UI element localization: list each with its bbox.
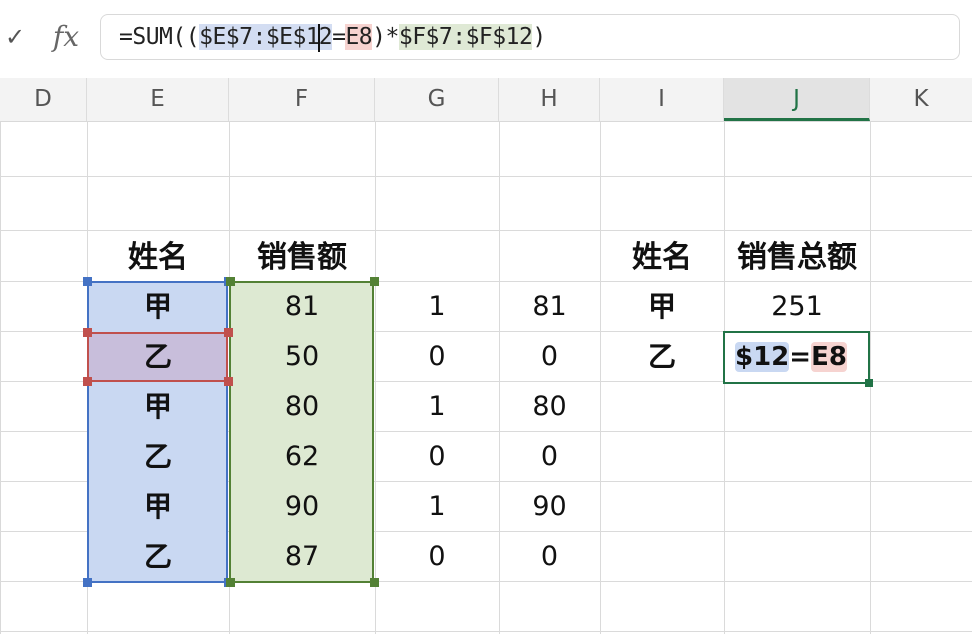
sales-cell[interactable]: 50 bbox=[229, 332, 375, 382]
column-header-g[interactable]: G bbox=[375, 78, 499, 121]
product-cell[interactable]: 80 bbox=[499, 382, 600, 432]
product-cell[interactable]: 81 bbox=[499, 282, 600, 332]
formula-prefix: =SUM(( bbox=[119, 24, 200, 50]
sales-cell[interactable]: 87 bbox=[229, 532, 375, 582]
formula-ref-e8: E8 bbox=[345, 24, 373, 50]
name-cell[interactable]: 甲 bbox=[87, 482, 229, 532]
edit-ref-a: $12 bbox=[735, 342, 790, 372]
formula-equals: = bbox=[332, 24, 346, 50]
sales-cell[interactable]: 90 bbox=[229, 482, 375, 532]
name-cell[interactable]: 甲 bbox=[87, 382, 229, 432]
column-header-bar: D E F G H I J K bbox=[0, 78, 972, 122]
formula-input[interactable]: =SUM(($E$7:$E$12=E8)*$F$7:$F$12) bbox=[100, 14, 960, 60]
summary-header-name-cell[interactable]: 姓名 bbox=[600, 233, 724, 283]
formula-ref-e-range: $E$7:$E$12 bbox=[199, 23, 333, 52]
summary-name-cell[interactable]: 乙 bbox=[600, 332, 724, 382]
edit-equals: = bbox=[789, 342, 812, 372]
name-cell[interactable]: 乙 bbox=[87, 332, 229, 382]
column-header-h[interactable]: H bbox=[499, 78, 600, 121]
column-header-d[interactable]: D bbox=[0, 78, 87, 121]
gridline bbox=[0, 176, 972, 177]
summary-header-total-cell[interactable]: 销售总额 bbox=[724, 233, 870, 283]
gridline bbox=[0, 631, 972, 632]
name-cell[interactable]: 甲 bbox=[87, 282, 229, 332]
sales-cell[interactable]: 81 bbox=[229, 282, 375, 332]
fill-handle[interactable] bbox=[865, 379, 873, 387]
flag-cell[interactable]: 0 bbox=[375, 432, 499, 482]
column-header-j[interactable]: J bbox=[724, 78, 870, 121]
name-cell[interactable]: 乙 bbox=[87, 532, 229, 582]
column-header-e[interactable]: E bbox=[87, 78, 229, 121]
summary-name-cell[interactable]: 甲 bbox=[600, 282, 724, 332]
check-icon[interactable]: ✓ bbox=[2, 22, 28, 52]
product-cell[interactable]: 0 bbox=[499, 432, 600, 482]
flag-cell[interactable]: 1 bbox=[375, 482, 499, 532]
header-name-cell[interactable]: 姓名 bbox=[87, 233, 229, 283]
name-cell[interactable]: 乙 bbox=[87, 432, 229, 482]
gridline bbox=[0, 230, 972, 231]
formula-bar: ✓ fx =SUM(($E$7:$E$12=E8)*$F$7:$F$12) bbox=[0, 0, 972, 79]
flag-cell[interactable]: 1 bbox=[375, 382, 499, 432]
sales-cell[interactable]: 62 bbox=[229, 432, 375, 482]
formula-suffix: ) bbox=[532, 24, 546, 50]
header-sales-cell[interactable]: 销售额 bbox=[229, 233, 375, 283]
product-cell[interactable]: 90 bbox=[499, 482, 600, 532]
column-header-f[interactable]: F bbox=[229, 78, 375, 121]
sales-cell[interactable]: 80 bbox=[229, 382, 375, 432]
cell-edit-text[interactable]: $12=E8 bbox=[735, 335, 847, 379]
product-cell[interactable]: 0 bbox=[499, 332, 600, 382]
formula-ref-f-range: $F$7:$F$12 bbox=[398, 24, 533, 50]
flag-cell[interactable]: 0 bbox=[375, 332, 499, 382]
flag-cell[interactable]: 1 bbox=[375, 282, 499, 332]
column-header-k[interactable]: K bbox=[870, 78, 972, 121]
formula-mid: )* bbox=[372, 24, 399, 50]
edit-ref-b: E8 bbox=[811, 342, 847, 372]
column-header-i[interactable]: I bbox=[600, 78, 724, 121]
summary-total-cell[interactable]: 251 bbox=[724, 282, 870, 332]
fx-icon[interactable]: fx bbox=[44, 18, 88, 56]
gridline bbox=[870, 121, 871, 634]
flag-cell[interactable]: 0 bbox=[375, 532, 499, 582]
product-cell[interactable]: 0 bbox=[499, 532, 600, 582]
